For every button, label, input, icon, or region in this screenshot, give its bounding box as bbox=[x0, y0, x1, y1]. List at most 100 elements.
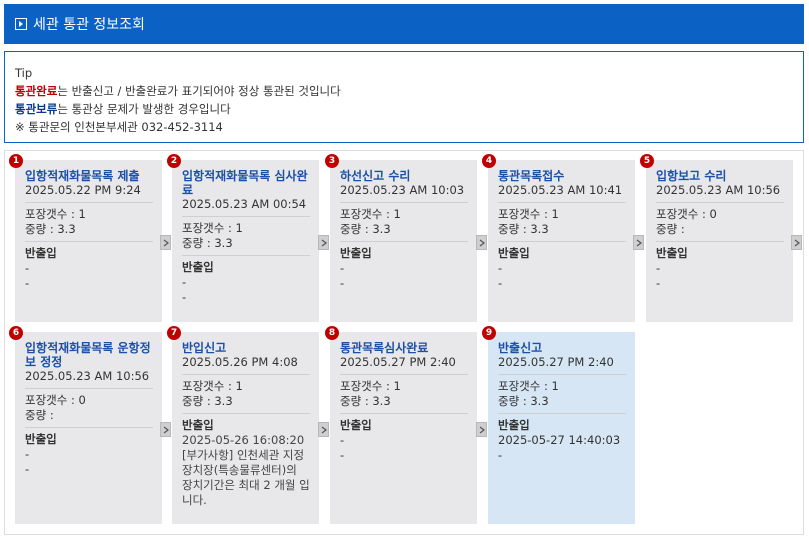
step-card: 입항적재화물목록 운항정보 정정 2025.05.23 AM 10:56 포장갯… bbox=[15, 332, 162, 524]
step-title-link[interactable]: 반출신고 bbox=[498, 341, 626, 355]
divider bbox=[498, 202, 626, 203]
divider bbox=[25, 388, 153, 389]
step-number-badge: 3 bbox=[325, 154, 339, 168]
step-number-badge: 4 bbox=[482, 154, 496, 168]
step-title-link[interactable]: 입항적재화물목록 제출 bbox=[25, 169, 153, 183]
divider bbox=[498, 413, 626, 414]
step-number-badge: 2 bbox=[167, 154, 181, 168]
inout-label: 반출입 bbox=[340, 246, 372, 260]
step-number-badge: 5 bbox=[640, 154, 654, 168]
step-date: 2025.05.23 AM 10:56 bbox=[656, 183, 781, 197]
chevron-right-icon bbox=[160, 235, 171, 250]
package-count: 포장갯수 : 1 bbox=[498, 379, 559, 393]
divider bbox=[340, 374, 468, 375]
inout-label: 반출입 bbox=[25, 246, 57, 260]
divider bbox=[25, 202, 153, 203]
chevron-right-icon bbox=[318, 422, 329, 437]
step-date: 2025.05.22 PM 9:24 bbox=[25, 183, 141, 197]
step-card: 반입신고 2025.05.26 PM 4:08 포장갯수 : 1 중량 : 3.… bbox=[172, 332, 319, 524]
step-card: 통관목록심사완료 2025.05.27 PM 2:40 포장갯수 : 1 중량 … bbox=[330, 332, 477, 524]
step-title-link[interactable]: 하선신고 수리 bbox=[340, 169, 468, 183]
inout-line: - bbox=[25, 447, 30, 461]
divider bbox=[182, 216, 310, 217]
chevron-right-icon bbox=[15, 18, 27, 30]
inout-line: - bbox=[498, 261, 503, 275]
step-title-link[interactable]: 입항적재화물목록 심사완료 bbox=[182, 169, 310, 197]
weight: 중량 : 3.3 bbox=[498, 394, 549, 408]
inout-line: - bbox=[340, 276, 345, 290]
package-count: 포장갯수 : 0 bbox=[656, 207, 717, 221]
tip-box: Tip 통관완료는 반출신고 / 반출완료가 표기되어야 정상 통관된 것입니다… bbox=[4, 51, 804, 143]
step-card-current: 반출신고 2025.05.27 PM 2:40 포장갯수 : 1 중량 : 3.… bbox=[488, 332, 635, 524]
step-number-badge: 9 bbox=[482, 326, 496, 340]
step-title-link[interactable]: 입항보고 수리 bbox=[656, 169, 784, 183]
step-title-link[interactable]: 반입신고 bbox=[182, 341, 310, 355]
chevron-right-icon bbox=[318, 235, 329, 250]
inout-label: 반출입 bbox=[340, 418, 372, 432]
inout-line: 2025-05-27 14:40:03 bbox=[498, 433, 621, 447]
inout-line: - bbox=[25, 261, 30, 275]
step-title-link[interactable]: 입항적재화물목록 운항정보 정정 bbox=[25, 341, 153, 369]
chevron-right-icon bbox=[791, 235, 802, 250]
divider bbox=[656, 202, 784, 203]
inout-label: 반출입 bbox=[182, 260, 214, 274]
step-title-link[interactable]: 통관목록심사완료 bbox=[340, 341, 468, 355]
inout-label: 반출입 bbox=[656, 246, 688, 260]
inout-label: 반출입 bbox=[182, 418, 214, 432]
divider bbox=[340, 241, 468, 242]
inout-label: 반출입 bbox=[498, 418, 530, 432]
step-card: 통관목록접수 2025.05.23 AM 10:41 포장갯수 : 1 중량 :… bbox=[488, 160, 635, 322]
package-count: 포장갯수 : 1 bbox=[340, 207, 401, 221]
inout-line: - bbox=[182, 275, 187, 289]
divider bbox=[498, 241, 626, 242]
divider bbox=[656, 241, 784, 242]
step-date: 2025.05.26 PM 4:08 bbox=[182, 355, 298, 369]
chevron-right-icon bbox=[476, 235, 487, 250]
tip-line-contact: ※ 통관문의 인천본부세관 032-452-3114 bbox=[15, 120, 223, 134]
inout-line: - bbox=[656, 276, 661, 290]
step-date: 2025.05.23 AM 00:54 bbox=[182, 197, 307, 211]
inout-line: - bbox=[498, 448, 503, 462]
inout-line: - bbox=[25, 462, 30, 476]
inout-label: 반출입 bbox=[498, 246, 530, 260]
step-card: 입항보고 수리 2025.05.23 AM 10:56 포장갯수 : 0 중량 … bbox=[646, 160, 793, 322]
weight: 중량 : 3.3 bbox=[498, 222, 549, 236]
step-number-badge: 6 bbox=[9, 326, 23, 340]
divider bbox=[340, 413, 468, 414]
weight: 중량 : 3.3 bbox=[340, 394, 391, 408]
inout-line: - bbox=[340, 433, 345, 447]
chevron-right-icon bbox=[160, 422, 171, 437]
weight: 중량 : bbox=[25, 408, 54, 422]
inout-note: [부가사항] 인천세관 지정장치장(특송물류센터)의 장치기간은 최대 2 개월… bbox=[182, 448, 310, 507]
package-count: 포장갯수 : 1 bbox=[182, 379, 243, 393]
package-count: 포장갯수 : 1 bbox=[25, 207, 86, 221]
inout-line: - bbox=[340, 448, 345, 462]
step-date: 2025.05.23 AM 10:56 bbox=[25, 369, 150, 383]
divider bbox=[182, 413, 310, 414]
inout-line: - bbox=[340, 261, 345, 275]
inout-line: - bbox=[656, 261, 661, 275]
tip-line-complete: 통관완료는 반출신고 / 반출완료가 표기되어야 정상 통관된 것입니다 bbox=[15, 84, 341, 98]
step-card: 입항적재화물목록 심사완료 2025.05.23 AM 00:54 포장갯수 :… bbox=[172, 160, 319, 322]
package-count: 포장갯수 : 1 bbox=[182, 221, 243, 235]
step-date: 2025.05.23 AM 10:03 bbox=[340, 183, 465, 197]
weight: 중량 : 3.3 bbox=[25, 222, 76, 236]
divider bbox=[498, 374, 626, 375]
package-count: 포장갯수 : 1 bbox=[340, 379, 401, 393]
inout-line: - bbox=[25, 276, 30, 290]
step-title-link[interactable]: 통관목록접수 bbox=[498, 169, 626, 183]
step-card: 입항적재화물목록 제출 2025.05.22 PM 9:24 포장갯수 : 1 … bbox=[15, 160, 162, 322]
divider bbox=[25, 241, 153, 242]
weight: 중량 : 3.3 bbox=[340, 222, 391, 236]
chevron-right-icon bbox=[633, 235, 644, 250]
page-title: 세관 통관 정보조회 bbox=[33, 17, 145, 33]
divider bbox=[182, 255, 310, 256]
inout-line: - bbox=[182, 290, 187, 304]
step-number-badge: 8 bbox=[325, 326, 339, 340]
tip-label: Tip bbox=[15, 66, 33, 80]
weight: 중량 : 3.3 bbox=[182, 236, 233, 250]
step-date: 2025.05.23 AM 10:41 bbox=[498, 183, 623, 197]
tip-line-hold: 통관보류는 통관상 문제가 발생한 경우입니다 bbox=[15, 102, 231, 116]
divider bbox=[340, 202, 468, 203]
package-count: 포장갯수 : 0 bbox=[25, 393, 86, 407]
